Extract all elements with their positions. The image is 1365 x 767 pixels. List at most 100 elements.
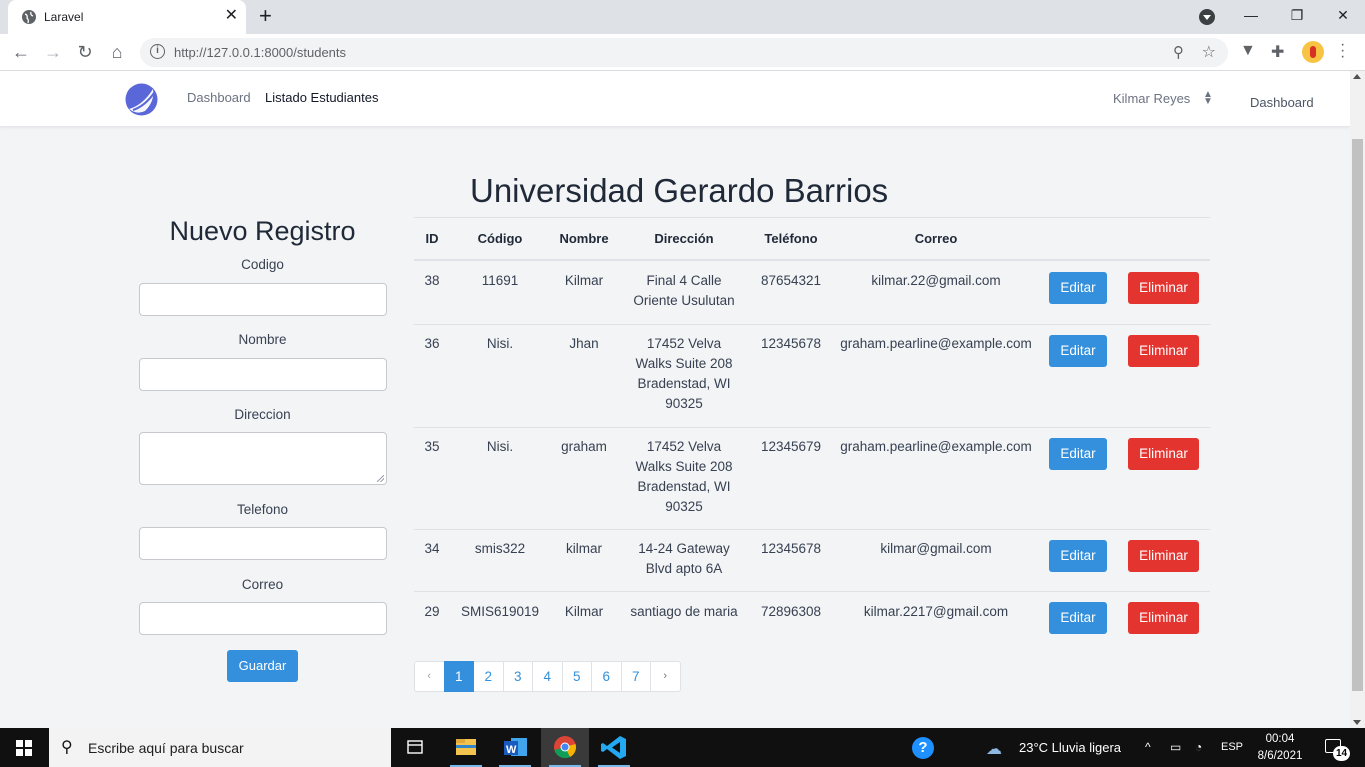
cell-nombre: kilmar — [566, 541, 602, 556]
restore-button[interactable]: ❐ — [1274, 0, 1320, 32]
nav-link-dashboard-right[interactable]: Dashboard — [1250, 95, 1314, 110]
delete-button[interactable]: Eliminar — [1128, 438, 1199, 470]
new-tab-button[interactable]: + — [259, 4, 272, 28]
codigo-label: Codigo — [241, 257, 284, 272]
reload-icon[interactable]: ↻ — [74, 41, 96, 63]
address-line: Blvd apto 6A — [645, 561, 723, 576]
zoom-icon[interactable]: ⚲ — [1173, 43, 1184, 61]
word-icon[interactable]: W — [491, 728, 539, 767]
user-menu-trigger[interactable]: Kilmar Reyes — [1113, 91, 1190, 106]
chrome-menu-icon[interactable]: · · · — [1340, 37, 1345, 65]
save-button[interactable]: Guardar — [227, 650, 298, 682]
clock-time: 00:04 — [1265, 733, 1295, 745]
address-line: 90325 — [665, 499, 703, 514]
address-line: Walks Suite 208 — [635, 459, 733, 474]
address-line: 90325 — [665, 396, 703, 411]
nombre-label: Nombre — [238, 332, 287, 347]
pagination-page-4[interactable]: 4 — [532, 661, 563, 692]
taskbar-search-box[interactable]: ⚲ Escribe aquí para buscar — [49, 728, 391, 767]
row-divider — [414, 591, 1210, 592]
bookmark-star-icon[interactable]: ☆ — [1202, 42, 1216, 62]
minimize-button[interactable]: — — [1228, 0, 1274, 32]
edit-button[interactable]: Editar — [1049, 335, 1107, 367]
cell-correo: kilmar.22@gmail.com — [871, 273, 1001, 288]
vue-devtools-icon[interactable]: ▼ — [1240, 42, 1256, 60]
direccion-textarea[interactable] — [139, 432, 387, 485]
pagination-page-3[interactable]: 3 — [502, 661, 533, 692]
pagination-page-7[interactable]: 7 — [620, 661, 651, 692]
pagination-next[interactable]: › — [650, 661, 681, 692]
col-header-id: ID — [425, 231, 439, 246]
edit-button[interactable]: Editar — [1049, 540, 1107, 572]
delete-button[interactable]: Eliminar — [1128, 540, 1199, 572]
address-line: santiago de maria — [630, 604, 738, 619]
windows-taskbar: ⚲ Escribe aquí para buscar W ? ☁ 23°C Ll… — [0, 728, 1365, 767]
chrome-taskbar-icon[interactable] — [541, 728, 589, 767]
tab-search-icon[interactable] — [1199, 9, 1215, 25]
cell-correo: kilmar.2217@gmail.com — [863, 604, 1009, 619]
pagination-page-5[interactable]: 5 — [561, 661, 592, 692]
help-icon[interactable]: ? — [912, 737, 934, 759]
edit-button[interactable]: Editar — [1049, 438, 1107, 470]
codigo-input[interactable] — [139, 283, 387, 316]
nav-link-dashboard[interactable]: Dashboard — [187, 90, 251, 105]
pagination-page-1[interactable]: 1 — [443, 661, 474, 692]
profile-avatar-icon[interactable] — [1302, 41, 1324, 63]
cell-codigo: SMIS619019 — [460, 604, 540, 619]
back-arrow-icon[interactable]: ← — [10, 41, 32, 63]
row-divider — [414, 324, 1210, 325]
page-scrollbar[interactable] — [1350, 71, 1365, 728]
address-line: Oriente Usulutan — [633, 293, 735, 308]
chevron-updown-icon[interactable]: ▲ ▼ — [1203, 90, 1213, 107]
weather-cloud-icon[interactable]: ☁ — [986, 739, 1002, 759]
taskbar-search-placeholder: Escribe aquí para buscar — [88, 740, 244, 756]
wifi-icon[interactable]: ◔ — [1195, 740, 1202, 754]
page-viewport: Dashboard Listado Estudiantes Kilmar Rey… — [0, 71, 1350, 728]
edit-button[interactable]: Editar — [1049, 272, 1107, 304]
taskbar-clock[interactable]: 00:04 8/6/2021 — [1255, 731, 1305, 765]
vscode-icon[interactable] — [590, 728, 638, 767]
battery-icon[interactable]: ▭ — [1170, 740, 1181, 754]
address-line: 17452 Velva — [646, 439, 722, 454]
delete-button[interactable]: Eliminar — [1128, 272, 1199, 304]
app-logo-icon[interactable] — [125, 83, 158, 116]
language-indicator[interactable]: ESP — [1221, 741, 1243, 753]
col-header-correo: Correo — [914, 231, 958, 246]
scrollbar-thumb[interactable] — [1352, 139, 1363, 691]
site-info-icon[interactable]: i — [150, 44, 165, 59]
edit-button[interactable]: Editar — [1049, 602, 1107, 634]
cell-nombre: graham — [561, 439, 607, 454]
address-bar[interactable]: i http://127.0.0.1:8000/students ⚲ ☆ — [140, 38, 1228, 67]
pagination-page-6[interactable]: 6 — [591, 661, 622, 692]
cell-telefono: 12345678 — [760, 336, 822, 351]
forward-arrow-icon[interactable]: → — [42, 41, 64, 63]
windows-start-icon[interactable] — [16, 740, 32, 756]
tab-title: Laravel — [44, 10, 84, 24]
browser-tab[interactable]: Laravel ✕ — [8, 0, 246, 34]
correo-input[interactable] — [139, 602, 387, 635]
telefono-input[interactable] — [139, 527, 387, 560]
col-header-nombre: Nombre — [559, 231, 609, 246]
tab-close-icon[interactable]: ✕ — [225, 7, 238, 25]
extensions-puzzle-icon[interactable]: ✚ — [1271, 42, 1284, 62]
nombre-input[interactable] — [139, 358, 387, 391]
nav-link-students[interactable]: Listado Estudiantes — [265, 90, 378, 105]
delete-button[interactable]: Eliminar — [1128, 602, 1199, 634]
delete-button[interactable]: Eliminar — [1128, 335, 1199, 367]
scroll-up-arrow-icon[interactable] — [1353, 74, 1361, 79]
scroll-down-arrow-icon[interactable] — [1353, 720, 1361, 725]
cell-nombre: Kilmar — [564, 604, 604, 619]
cell-id: 35 — [424, 439, 440, 454]
pagination-page-2[interactable]: 2 — [473, 661, 504, 692]
cell-codigo: Nisi. — [486, 336, 514, 351]
cell-nombre: Kilmar — [564, 273, 604, 288]
weather-text[interactable]: 23°C Lluvia ligera — [1019, 740, 1121, 755]
url-text[interactable]: http://127.0.0.1:8000/students — [174, 45, 346, 60]
chevron-up-icon[interactable]: ^ — [1145, 740, 1151, 754]
home-icon[interactable]: ⌂ — [106, 41, 128, 63]
close-window-button[interactable]: ✕ — [1320, 0, 1365, 32]
pagination: ‹ 1 2 3 4 5 6 7 › — [414, 661, 681, 692]
file-explorer-icon[interactable] — [442, 728, 490, 767]
cell-telefono: 12345678 — [760, 541, 822, 556]
task-view-icon[interactable] — [392, 728, 440, 767]
